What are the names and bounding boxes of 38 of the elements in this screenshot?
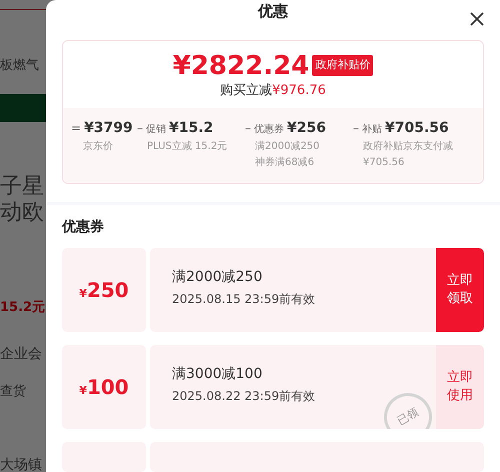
coupon-validity: 2025.08.15 23:59前有效 bbox=[172, 290, 316, 308]
coupon-value: ¥100 bbox=[79, 374, 129, 401]
coupon-condition: 满2000减250 bbox=[172, 268, 264, 286]
coupon-action-button[interactable]: 立即使用 bbox=[436, 345, 484, 429]
breakdown-note: 京东价 bbox=[82, 140, 114, 154]
background-text: 15.2元 bbox=[0, 299, 46, 317]
background-text: 大场镇 bbox=[0, 456, 42, 472]
breakdown-note: 政府补贴京东支付减¥705.56 bbox=[362, 140, 454, 170]
close-icon[interactable] bbox=[468, 10, 486, 28]
breakdown-note: PLUS立减 15.2元 bbox=[146, 140, 228, 154]
breakdown-amount: ¥256 bbox=[287, 119, 326, 138]
background-text: 动欧 bbox=[0, 199, 44, 227]
final-price: ¥2822.24 bbox=[172, 50, 310, 80]
breakdown-label: 补贴 bbox=[362, 122, 382, 137]
coupon-action-button[interactable]: 立即领取 bbox=[436, 248, 484, 332]
operator-sign: – bbox=[137, 120, 143, 137]
background-text: 企业会 bbox=[0, 345, 42, 364]
breakdown-label: 优惠券 bbox=[254, 122, 284, 137]
operator-sign: = bbox=[71, 120, 82, 137]
breakdown-amount: ¥15.2 bbox=[169, 119, 214, 138]
coupon-condition: 满3000减100 bbox=[172, 364, 264, 384]
breakdown-label: 促销 bbox=[146, 123, 166, 137]
background-text: 板燃气 bbox=[0, 57, 39, 75]
breakdown-note: 满2000减250 bbox=[254, 140, 321, 154]
saving-text: 购买立减¥976.76 bbox=[220, 82, 326, 100]
background-text: 子星 bbox=[0, 173, 44, 201]
breakdown-note: 神券满68减6 bbox=[254, 156, 316, 170]
panel-title: 优惠 bbox=[258, 1, 288, 22]
breakdown-amount: ¥705.56 bbox=[385, 119, 449, 138]
section-heading: 优惠券 bbox=[60, 218, 105, 237]
background-text: 查货 bbox=[0, 383, 26, 401]
coupon-validity: 2025.08.22 23:59前有效 bbox=[172, 388, 316, 404]
operator-sign: – bbox=[353, 120, 359, 137]
subsidy-badge: 政府补贴价 bbox=[312, 55, 374, 76]
background-banner bbox=[0, 94, 46, 122]
breakdown-amount: ¥3799 bbox=[84, 119, 133, 138]
operator-sign: – bbox=[245, 120, 251, 137]
coupon-value: ¥250 bbox=[79, 277, 129, 304]
